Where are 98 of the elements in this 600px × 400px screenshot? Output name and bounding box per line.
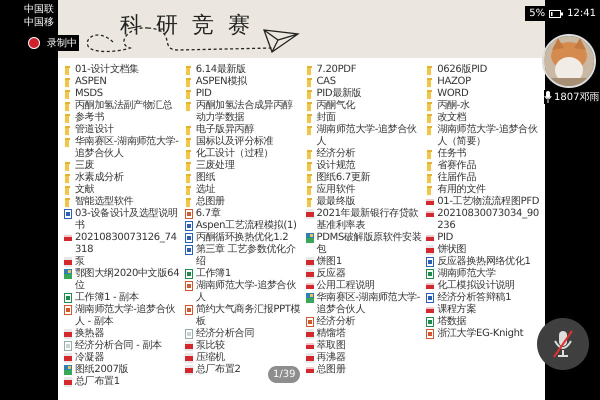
file-name[interactable]: 冷凝器 [75,352,104,364]
file-name[interactable]: 压缩机 [196,352,225,364]
file-name[interactable]: 反应器 [316,268,346,280]
file-name[interactable]: 参考书 [75,112,104,124]
file-name[interactable]: CAS [316,76,336,88]
file-name[interactable]: 往届作品 [437,172,476,184]
file-name[interactable]: 工作簿1 - 副本 [75,292,139,304]
file-name[interactable]: 公用工程说明 [316,280,375,292]
file-name[interactable]: 丙酮循环换热优化1.2 [196,232,288,244]
file-name[interactable]: 饼状图 [437,244,466,256]
file-name[interactable]: 文献 [75,184,94,196]
file-name[interactable]: 鄂图大纲2020中文版64位 [75,268,181,292]
file-name[interactable]: 总厂布置2 [196,364,241,376]
file-name[interactable]: 20210830073034_90236 [437,208,543,232]
file-name[interactable]: 课程方案 [437,304,476,316]
file-name[interactable]: 管道设计 [75,124,114,136]
file-name[interactable]: 应用软件 [316,184,356,196]
muted-microphone-icon [552,329,574,359]
participant-name: 1807邓雨 [554,91,600,104]
file-name[interactable]: 反应器换热网络优化1 [437,256,531,268]
paper-plane-icon [263,29,300,53]
file-name[interactable]: HAZOP [437,76,471,88]
file-name[interactable]: 经济分析合同 [196,328,254,340]
file-name[interactable]: 智能选型软件 [75,196,134,208]
file-name[interactable]: 水素成分析 [75,172,124,184]
file-name[interactable]: 最最终版 [316,196,356,208]
carrier-name: 中国移 [24,17,54,28]
file-name[interactable]: 经济分析合同 - 副本 [75,340,162,352]
file-name[interactable]: ASPEN模拟 [196,76,247,88]
file-name[interactable]: 湖南师范大学-追梦合伙人 - 副本 [75,304,181,328]
page-indicator: 1/39 [268,366,300,383]
file-name[interactable]: 丙酮加氢法副产物汇总 [75,100,172,112]
file-name[interactable]: 经济分析 [316,148,356,160]
file-name[interactable]: PID [437,232,454,244]
file-name[interactable]: 改文档 [437,112,466,124]
file-name[interactable]: 总图册 [196,196,225,208]
file-name[interactable]: 丙酮加氢法合成异丙醇动力学数据 [196,100,302,124]
file-name[interactable]: 湖南师范大学 [437,268,496,280]
file-name[interactable]: PDMS破解版原软件安装包 [316,232,422,256]
file-name[interactable]: 图纸 [196,172,216,184]
file-name[interactable]: 0626版PID [437,64,487,76]
file-name[interactable]: 简约大气商务汇报PPT模板 [196,304,302,328]
file-name[interactable]: 丙酮气化 [316,100,356,112]
file-name[interactable]: 第三章 工艺参数优化介绍 [196,244,302,268]
recording-label: 录制中 [45,35,79,51]
file-name[interactable]: 泵比较 [196,340,225,352]
file-name[interactable]: Aspen工艺流程模拟(1) [196,220,297,232]
file-name[interactable]: 国标以及评分标准 [196,136,274,148]
file-name[interactable]: 省赛作品 [437,160,476,172]
file-name[interactable]: 总图册 [316,364,346,376]
file-name[interactable]: 化工设计（过程） [196,148,274,160]
header-title: 科研竞赛 [120,12,264,40]
file-name[interactable]: 20210830073126_74318 [75,232,181,256]
battery-icon [549,10,564,18]
file-name[interactable]: 萃取图 [316,340,346,352]
file-name[interactable]: 化工模拟设计说明 [437,280,515,292]
file-name[interactable]: 总厂布置1 [75,376,120,388]
file-name[interactable]: 任务书 [437,148,466,160]
file-name[interactable]: 图纸6.7更新 [316,172,370,184]
file-name[interactable]: 01-工艺物流流程图PFD [437,196,540,208]
file-name[interactable]: 经济分析答辩稿1 [437,292,512,304]
file-name[interactable]: 丙酮-水 [437,100,470,112]
file-name[interactable]: 电子版异丙醇 [196,124,254,136]
file-name[interactable]: 选址 [196,184,216,196]
file-name[interactable]: 封面 [316,112,336,124]
file-name[interactable]: 泵 [75,256,85,268]
file-name[interactable]: 01-设计文档集 [75,64,139,76]
file-name[interactable]: PID最新版 [316,88,362,100]
file-name[interactable]: 6.7章 [196,208,220,220]
file-name[interactable]: 浙江大学EG-Knight [437,328,524,340]
file-name[interactable]: 03-设备设计及选型说明书 [75,208,181,232]
file-name[interactable]: PID [196,88,212,100]
file-name[interactable]: 湖南师范大学-追梦合伙人 [196,280,302,304]
file-name[interactable]: WORD [437,88,468,100]
file-name[interactable]: 工作簿1 [196,268,231,280]
file-name[interactable]: 2021年最新银行存贷款基准利率表 [316,208,422,232]
battery-percent: 5% [529,8,546,19]
file-name[interactable]: 三废处理 [196,160,235,172]
file-name[interactable]: 图纸2007版 [75,364,128,376]
file-name[interactable]: 设计规范 [316,160,356,172]
file-name[interactable]: 饼图1 [316,256,342,268]
file-name[interactable]: 湖南师范大学-追梦合伙人 [316,124,422,148]
file-name[interactable]: 塔数据 [437,316,466,328]
file-name[interactable]: 华南赛区-湖南师范大学-追梦合伙人 [316,292,422,316]
file-name[interactable]: 换热器 [75,328,104,340]
file-name[interactable]: 精馏塔 [316,328,346,340]
file-name[interactable]: ASPEN [75,76,107,88]
file-name[interactable]: 湖南师范大学-追梦合伙人（简要） [437,124,543,148]
carrier-name: 中国联 [24,4,54,15]
file-name[interactable]: 三废 [75,160,94,172]
file-name[interactable]: 经济分析 [316,316,356,328]
file-name[interactable]: 7.20PDF [316,64,356,76]
file-name[interactable]: 华南赛区-湖南师范大学-追梦合伙人 [75,136,181,160]
file-name[interactable]: MSDS [75,88,103,100]
file-name[interactable]: 有用的文件 [437,184,486,196]
file-name[interactable]: 6.14最新版 [196,64,246,76]
clock-time: 12:41 [567,8,596,19]
file-name[interactable]: 再沸器 [316,352,346,364]
